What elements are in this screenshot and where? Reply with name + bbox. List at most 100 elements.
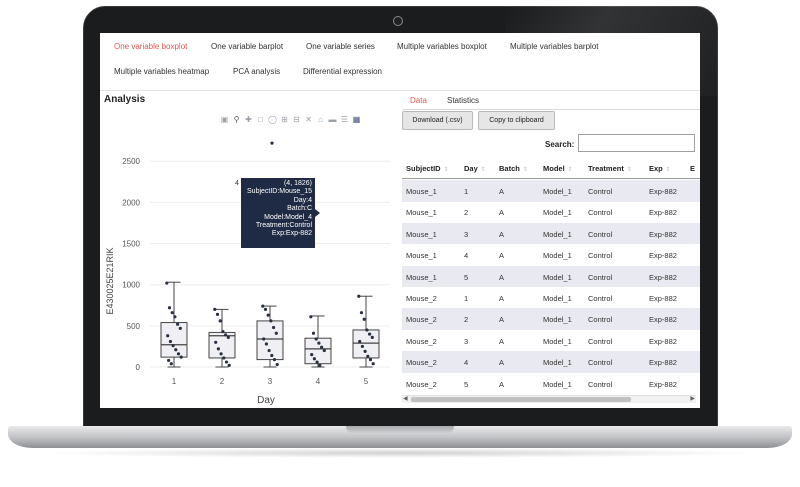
table-cell: Control	[588, 187, 613, 196]
table-cell: Model_1	[543, 358, 572, 368]
column-header-treatment[interactable]: Treatment ⇕	[588, 164, 632, 173]
y-tick-label: 2000	[122, 198, 140, 207]
table-cell: Mouse_2	[406, 358, 437, 368]
column-header-exp[interactable]: Exp ⇕	[649, 164, 671, 173]
nav-item-multiple-variables-barplot[interactable]: Multiple variables barplot	[510, 42, 599, 51]
tab-data[interactable]: Data	[410, 96, 427, 105]
table-cell: Control	[588, 294, 613, 303]
table-horizontal-scrollbar[interactable]: ◀ ▶	[402, 395, 696, 403]
column-header-subjectid[interactable]: SubjectID ⇕	[406, 164, 449, 173]
camera-icon[interactable]: ▣	[220, 115, 229, 124]
data-point	[310, 353, 314, 357]
table-cell: A	[499, 315, 505, 325]
lasso-icon[interactable]: ◯	[268, 115, 277, 124]
table-cell: 3	[464, 229, 469, 239]
data-tabs: Data Statistics	[402, 90, 700, 110]
box-select-icon[interactable]: □	[256, 115, 265, 124]
nav-item-one-variable-barplot[interactable]: One variable barplot	[211, 42, 283, 51]
data-point	[358, 339, 362, 344]
column-header-model[interactable]: Model ⇕	[543, 164, 573, 173]
nav-item-multiple-variables-heatmap[interactable]: Multiple variables heatmap	[114, 67, 209, 76]
zoom-in-icon[interactable]: ⊞	[280, 115, 289, 124]
download-csv-button[interactable]: Download (.csv)	[402, 111, 473, 130]
table-cell: Control	[588, 336, 613, 346]
tab-statistics[interactable]: Statistics	[447, 96, 479, 105]
autoscale-icon[interactable]: ✕	[304, 115, 313, 124]
column-header-label: SubjectID	[406, 164, 441, 173]
tooltip-line: SubjectID:Mouse_15	[247, 188, 312, 196]
data-point	[263, 307, 268, 311]
table-row[interactable]: Mouse_1 4 A Model_1 Control Exp-882	[402, 244, 700, 266]
table-header: SubjectID ⇕ Day ⇕ Batch ⇕ Model ⇕ Treatment ⇕…	[402, 157, 700, 179]
reset-axes-icon[interactable]: ⌂	[316, 115, 325, 124]
compare-hover-icon[interactable]: ☰	[340, 115, 349, 124]
y-axis-label: E430025E21RIK	[105, 247, 115, 314]
scrollbar-thumb[interactable]	[411, 397, 631, 402]
copy-clipboard-button[interactable]: Copy to clipboard	[478, 111, 555, 130]
table-row[interactable]: Mouse_2 1 A Model_1 Control Exp-882	[402, 287, 700, 309]
nav-item-one-variable-boxplot[interactable]: One variable boxplot	[114, 42, 187, 51]
sort-icon: ⇕	[480, 167, 486, 173]
scroll-right-icon[interactable]: ▶	[690, 396, 695, 403]
nav-item-differential-expression[interactable]: Differential expression	[303, 67, 382, 76]
table-cell: Exp-882	[649, 358, 677, 368]
table-cell: Control	[588, 229, 613, 239]
data-point	[270, 353, 274, 358]
tooltip-line: Batch:C	[287, 205, 312, 213]
table-row[interactable]: Mouse_1 2 A Model_1 Control Exp-882	[402, 201, 700, 223]
x-tick-label: 1	[172, 377, 177, 386]
table-cell: Control	[588, 208, 613, 218]
table-cell: Model_1	[543, 229, 572, 239]
table-cell: Model_1	[543, 251, 572, 261]
table-cell: Model_1	[543, 379, 572, 389]
table-row[interactable]: Mouse_1 3 A Model_1 Control Exp-882	[402, 222, 700, 245]
table-cell: Mouse_1	[406, 272, 437, 282]
data-point	[357, 294, 361, 298]
nav-item-pca-analysis[interactable]: PCA analysis	[233, 67, 280, 76]
zoom-icon[interactable]: ⚲	[232, 115, 241, 124]
pan-icon[interactable]: ✚	[244, 115, 253, 124]
table-cell: A	[499, 294, 505, 303]
table-cell: Model_1	[543, 294, 572, 303]
webcam	[393, 16, 403, 26]
table-cell: Model_1	[543, 272, 572, 282]
y-tick-label: 500	[127, 322, 141, 331]
scroll-left-icon[interactable]: ◀	[403, 396, 408, 403]
data-point	[266, 313, 270, 317]
column-header-day[interactable]: Day ⇕	[464, 164, 486, 173]
spike-lines-icon[interactable]: ▬	[328, 115, 337, 124]
data-point	[274, 331, 278, 335]
data-point	[219, 352, 223, 356]
table-cell: 1	[464, 187, 469, 196]
y-tick-label: 0	[136, 363, 141, 372]
column-header-batch[interactable]: Batch ⇕	[499, 164, 528, 173]
zoom-out-icon[interactable]: ⊟	[292, 115, 301, 124]
table-cell: Control	[588, 251, 613, 261]
data-point	[368, 332, 372, 336]
table-row[interactable]: Mouse_1 1 A Model_1 Control Exp-882	[402, 180, 700, 202]
nav-item-one-variable-series[interactable]: One variable series	[306, 42, 375, 51]
table-row[interactable]: Mouse_1 5 A Model_1 Control Exp-882	[402, 265, 700, 288]
hover-point-tag: 4	[235, 180, 239, 187]
y-tick-label: 1500	[122, 240, 140, 249]
table-row[interactable]: Mouse_2 3 A Model_1 Control Exp-882	[402, 330, 700, 352]
table-cell: Model_1	[543, 187, 572, 196]
table-row[interactable]: Mouse_2 4 A Model_1 Control Exp-882	[402, 351, 700, 373]
table-cell: Mouse_2	[406, 336, 437, 346]
data-point	[174, 348, 178, 352]
x-tick-label: 4	[316, 377, 321, 386]
search-input[interactable]	[578, 134, 695, 152]
column-header-e[interactable]: E	[690, 164, 695, 173]
table-row[interactable]: Mouse_2 5 A Model_1 Control Exp-882	[402, 373, 700, 394]
data-point	[169, 362, 173, 366]
table-cell: Exp-882	[649, 336, 677, 346]
table-row[interactable]: Mouse_2 2 A Model_1 Control Exp-882	[402, 308, 700, 330]
table-cell: Exp-882	[649, 294, 677, 303]
nav-item-multiple-variables-boxplot[interactable]: Multiple variables boxplot	[397, 42, 487, 51]
data-point	[360, 344, 364, 349]
data-point	[222, 356, 226, 360]
laptop-shadow	[40, 448, 760, 458]
plotly-logo-icon[interactable]: ▦	[352, 115, 361, 124]
table-cell: Exp-882	[649, 187, 677, 196]
tooltip-line: Exp:Exp-882	[271, 230, 312, 238]
